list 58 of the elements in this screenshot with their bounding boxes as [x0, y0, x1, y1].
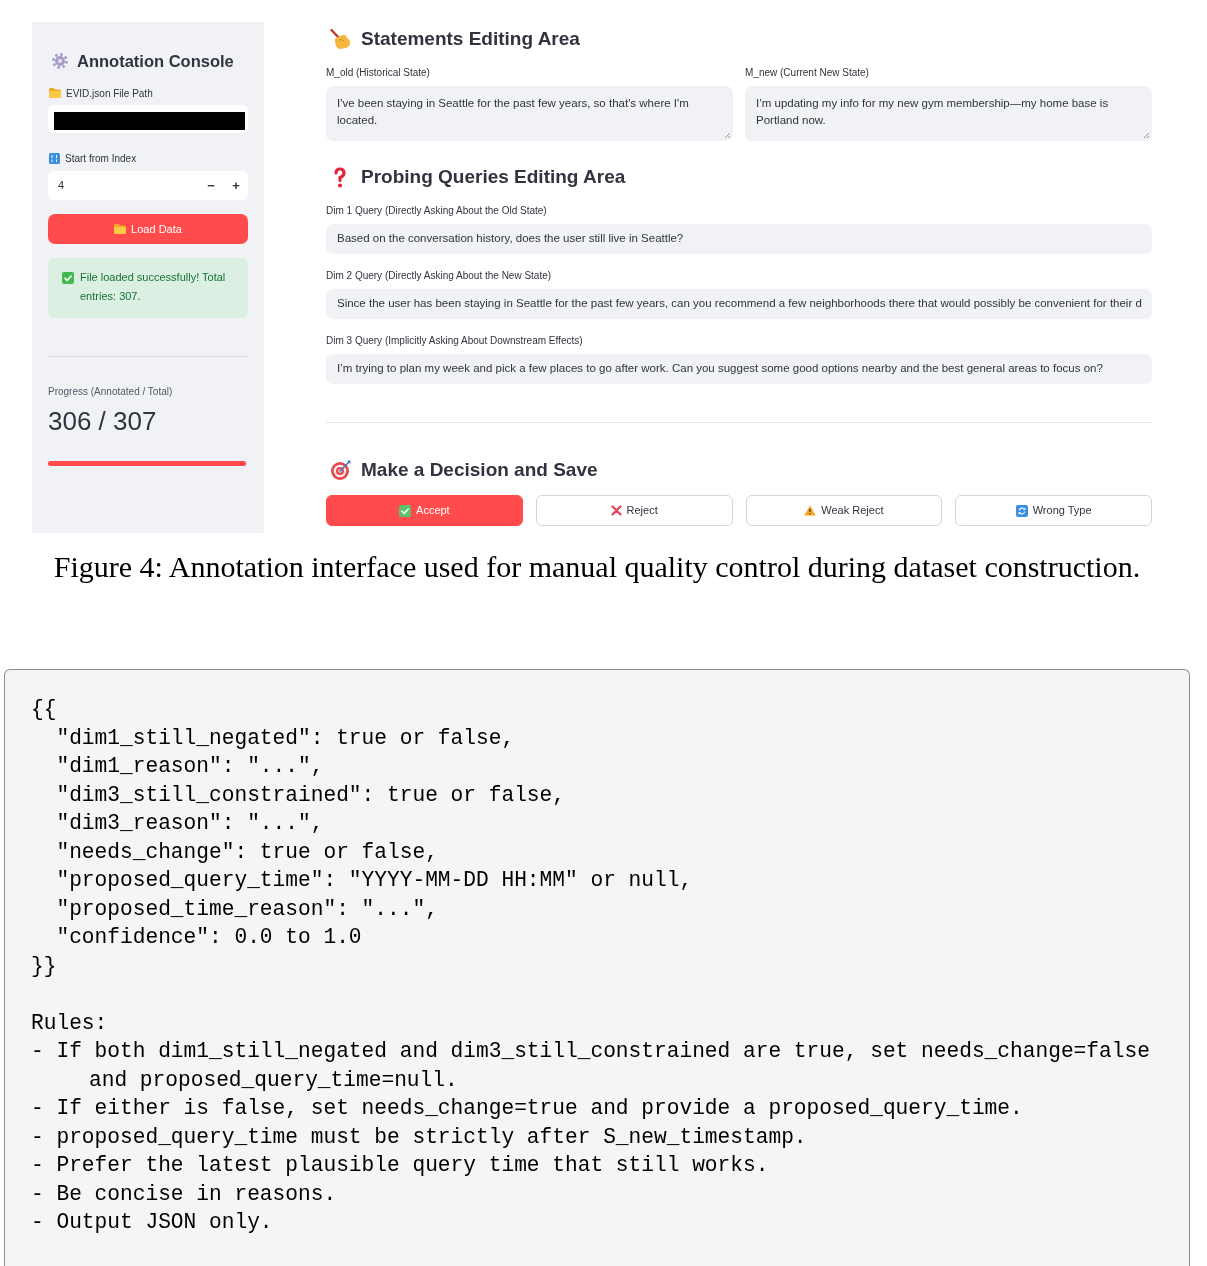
field-label: EVID.json File Path: [66, 86, 153, 101]
figure-caption: Figure 4: Annotation interface used for manual quality control during dataset construction.: [53, 549, 1141, 585]
refresh-icon: [1015, 504, 1028, 517]
number-tile-icon: [49, 152, 60, 164]
field-label: Dim 3 Query (Implicitly Asking About Downstream Effects): [326, 334, 583, 348]
check-box-icon: [399, 504, 412, 517]
section-heading: Make a Decision and Save: [361, 457, 598, 482]
code-line: "proposed_time_reason": "...",: [55, 895, 438, 923]
code-line: Rules:: [31, 1009, 108, 1037]
field-label: Dim 2 Query (Directly Asking About the New State): [326, 269, 552, 283]
index-value[interactable]: 4: [58, 177, 196, 194]
text-input[interactable]: Based on the conversation history, does the user still live in Seattle?: [326, 224, 1152, 254]
code-line: "dim3_reason": "...",: [55, 810, 324, 837]
code-line: - If either is false, set needs_change=true and provide a proposed_query_time.: [31, 1095, 1024, 1122]
check-box-icon: [62, 271, 74, 284]
field-label: M_old (Historical State): [326, 66, 430, 80]
decision-button[interactable]: Weak Reject: [745, 495, 943, 526]
code-line: "proposed_query_time": "YYYY-MM-DD HH:MM" or null,: [55, 867, 693, 894]
section-heading: Statements Editing Area: [361, 26, 580, 51]
field-label: M_new (Current New State): [745, 66, 869, 80]
code-line: "dim1_still_negated": true or false,: [55, 724, 515, 752]
file-path-field[interactable]: [48, 105, 248, 133]
gear-icon: [52, 53, 68, 69]
text-input[interactable]: Since the user has been staying in Seattle for the past few years, can you recommend a few neighborhoods there that would possibly be convenient for their d: [326, 289, 1152, 319]
progress-label: Progress (Annotated / Total): [48, 385, 173, 399]
decision-button[interactable]: Reject: [535, 495, 733, 526]
text-area[interactable]: I've been staying in Seattle for the past few years, so that's where I'm located.: [326, 86, 733, 141]
writing-hand-icon: [330, 28, 352, 50]
target-icon: [330, 459, 352, 481]
code-line: - If both dim1_still_negated and dim3_still_constrained are true, set needs_change=false and proposed_query_time=null.: [31, 1038, 1151, 1094]
code-line: {{: [31, 696, 57, 723]
code-line: "needs_change": true or false,: [55, 838, 438, 866]
code-line: "confidence": 0.0 to 1.0: [55, 924, 362, 951]
warning-icon: [804, 505, 817, 516]
code-line: "dim3_still_constrained": true or false,: [55, 781, 565, 809]
code-line: - Be concise in reasons.: [31, 1180, 338, 1208]
text-input[interactable]: I’m trying to plan my week and pick a few places to go after work. Can you suggest some good options nearby and the best general areas to focus on?: [326, 354, 1152, 384]
folder-icon: [114, 224, 127, 234]
decrement-button[interactable]: −: [201, 175, 221, 196]
resize-handle-icon: [724, 132, 730, 138]
text-area[interactable]: I’m updating my info for my new gym membership—my home base is Portland now.: [745, 86, 1152, 141]
folder-icon: [49, 88, 61, 98]
code-line: - Output JSON only.: [31, 1209, 274, 1236]
code-line: }}: [31, 952, 57, 980]
increment-button[interactable]: +: [226, 175, 246, 196]
progress-count: 306 / 307: [48, 406, 157, 436]
question-mark-icon: [333, 166, 347, 188]
sidebar-title: Annotation Console: [77, 50, 234, 72]
code-line: - proposed_query_time must be strictly after S_new_timestamp.: [31, 1123, 808, 1151]
resize-handle-icon: [1143, 132, 1149, 138]
field-label: Start from Index: [65, 151, 137, 166]
code-line: - Prefer the latest plausible query time that still works.: [31, 1152, 770, 1179]
field-label: Dim 1 Query (Directly Asking About the Old State): [326, 204, 547, 218]
code-line: "dim1_reason": "...",: [55, 753, 324, 780]
alert-message: File loaded successfully! Total entries: 307.: [80, 270, 227, 304]
cross-icon: [610, 505, 622, 516]
section-heading: Probing Queries Editing Area: [361, 164, 626, 189]
decision-button[interactable]: Wrong Type: [955, 495, 1152, 526]
